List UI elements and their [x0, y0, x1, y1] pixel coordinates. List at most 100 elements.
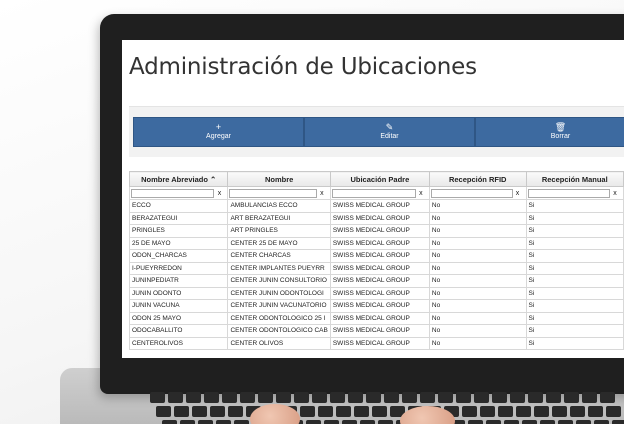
keyboard-key: [534, 406, 549, 417]
table-cell: SWISS MEDICAL GROUP: [329, 236, 430, 250]
keyboard-key: [522, 420, 537, 424]
keyboard-key: [360, 420, 375, 424]
trash-icon: 🗑: [554, 121, 567, 132]
table-cell: CENTER OLIVOS: [227, 336, 331, 350]
keyboard-key: [384, 392, 399, 403]
keyboard-key: [210, 406, 225, 417]
keyboard-key: [300, 406, 315, 417]
toolbar: + Agregar ✎ Editar 🗑 Borrar: [133, 117, 624, 147]
table-row[interactable]: ECCO AMBULANCIAS ECCO SWISS MEDICAL GROUP N…: [128, 199, 624, 213]
table-cell: SWISS MEDICAL GROUP: [329, 336, 430, 350]
column-header-name[interactable]: Nombre: [227, 171, 331, 187]
table-cell: No: [428, 224, 527, 238]
keyboard-key: [336, 406, 351, 417]
keyboard-key: [552, 406, 567, 417]
keyboard-key: [480, 406, 495, 417]
table-row[interactable]: JUNIN VACUNA CENTER JUNIN VACUNATORIO SWIS…: [128, 299, 624, 313]
table-cell: CENTEROLIVOS: [128, 336, 229, 350]
clear-filter-icon[interactable]: x: [317, 190, 327, 197]
table-cell: No: [428, 286, 527, 300]
table-row[interactable]: ODOCABALLITO CENTER ODONTOLOGICO CAB SWISS…: [128, 324, 624, 338]
column-header-parent-location[interactable]: Ubicación Padre: [329, 171, 430, 187]
table-cell: SWISS MEDICAL GROUP: [329, 274, 430, 288]
column-header-short-name[interactable]: Nombre Abreviado ⌃: [128, 171, 229, 187]
clear-filter-icon[interactable]: x: [610, 190, 620, 197]
table-cell: ECCO: [128, 199, 229, 213]
filter-input-parent-location[interactable]: [331, 188, 416, 198]
table-cell: CENTER JUNIN ODONTOLOGI: [227, 286, 331, 300]
keyboard-key: [486, 420, 501, 424]
keyboard-key: [342, 420, 357, 424]
keyboard-key: [306, 420, 321, 424]
filter-input-manual-reception[interactable]: [527, 188, 610, 198]
keyboard-key: [198, 420, 213, 424]
keyboard-key: [456, 392, 471, 403]
keyboard-key: [504, 420, 519, 424]
keyboard-key: [420, 392, 435, 403]
table-row[interactable]: JUNINPEDIATR CENTER JUNIN CONSULTORIO SWIS…: [128, 274, 624, 288]
table-row[interactable]: I-PUEYRREDON CENTER IMPLANTES PUEYRR SWISS…: [128, 261, 624, 275]
table-cell: JUNIN VACUNA: [128, 299, 229, 313]
keyboard-key: [192, 406, 207, 417]
keyboard-key: [354, 406, 369, 417]
keyboard-key: [186, 392, 201, 403]
table-cell: No: [428, 211, 527, 225]
keyboard-key: [372, 406, 387, 417]
table-cell: Si: [525, 224, 624, 238]
filter-input-name[interactable]: [229, 188, 317, 198]
table-row[interactable]: BERAZATEGUI ART BERAZATEGUI SWISS MEDICAL …: [128, 211, 624, 225]
table-cell: Si: [525, 286, 624, 300]
keyboard-key: [576, 420, 591, 424]
keyboard-key: [330, 392, 345, 403]
table-cell: No: [428, 274, 527, 288]
filter-row: x x x x x: [128, 186, 624, 200]
table-row[interactable]: ODON_CHARCAS CENTER CHARCAS SWISS MEDICAL …: [128, 249, 624, 263]
edit-button-label: Editar: [380, 132, 399, 140]
table-cell: ART BERAZATEGUI: [227, 211, 331, 225]
column-header-rfid-reception[interactable]: Recepción RFID: [428, 171, 527, 187]
table-cell: SWISS MEDICAL GROUP: [329, 299, 430, 313]
table-cell: BERAZATEGUI: [128, 211, 229, 225]
keyboard-key: [498, 406, 513, 417]
table-cell: ODON_CHARCAS: [128, 249, 229, 263]
clear-filter-icon[interactable]: x: [214, 190, 224, 197]
page-title: Administración de Ubicaciones: [129, 54, 477, 80]
keyboard-key: [438, 392, 453, 403]
locations-grid: Nombre Abreviado ⌃ Nombre Ubicación Padr…: [128, 171, 624, 350]
filter-input-short-name[interactable]: [131, 188, 215, 198]
table-cell: CENTER JUNIN VACUNATORIO: [227, 299, 331, 313]
keyboard-key: [216, 420, 231, 424]
add-button[interactable]: + Agregar: [133, 117, 304, 147]
table-cell: ART PRINGLES: [227, 224, 331, 238]
pencil-icon: ✎: [385, 121, 394, 132]
keyboard-key: [474, 392, 489, 403]
keyboard-key: [600, 392, 615, 403]
column-header-manual-reception[interactable]: Recepción Manual: [525, 171, 624, 187]
keyboard-key: [510, 392, 525, 403]
table-cell: SWISS MEDICAL GROUP: [329, 311, 430, 325]
clear-filter-icon[interactable]: x: [513, 190, 523, 197]
keyboard-key: [540, 420, 555, 424]
plus-icon: +: [215, 121, 222, 132]
keyboard-key: [156, 406, 171, 417]
table-row[interactable]: PRINGLES ART PRINGLES SWISS MEDICAL GROUP N…: [128, 224, 624, 238]
keyboard-key: [564, 392, 579, 403]
table-cell: PRINGLES: [128, 224, 229, 238]
table-row[interactable]: 25 DE MAYO CENTER 25 DE MAYO SWISS MEDICAL…: [128, 236, 624, 250]
sort-asc-icon: ⌃: [210, 174, 217, 184]
edit-button[interactable]: ✎ Editar: [304, 117, 475, 147]
table-row[interactable]: JUNIN ODONTO CENTER JUNIN ODONTOLOGI SWISS…: [128, 286, 624, 300]
table-row[interactable]: ODON 25 MAYO CENTER ODONTOLOGICO 25 I SWIS…: [128, 311, 624, 325]
table-row[interactable]: CENTEROLIVOS CENTER OLIVOS SWISS MEDICAL G…: [128, 336, 624, 350]
filter-input-rfid-reception[interactable]: [430, 188, 513, 198]
keyboard-key: [570, 406, 585, 417]
clear-filter-icon[interactable]: x: [416, 190, 426, 197]
keyboard-key: [468, 420, 483, 424]
table-cell: ODON 25 MAYO: [128, 311, 229, 325]
table-cell: SWISS MEDICAL GROUP: [329, 211, 430, 225]
keyboard-key: [606, 406, 621, 417]
table-cell: CENTER CHARCAS: [227, 249, 331, 263]
keyboard: [150, 392, 624, 424]
table-cell: JUNINPEDIATR: [128, 274, 229, 288]
delete-button[interactable]: 🗑 Borrar: [475, 117, 624, 147]
